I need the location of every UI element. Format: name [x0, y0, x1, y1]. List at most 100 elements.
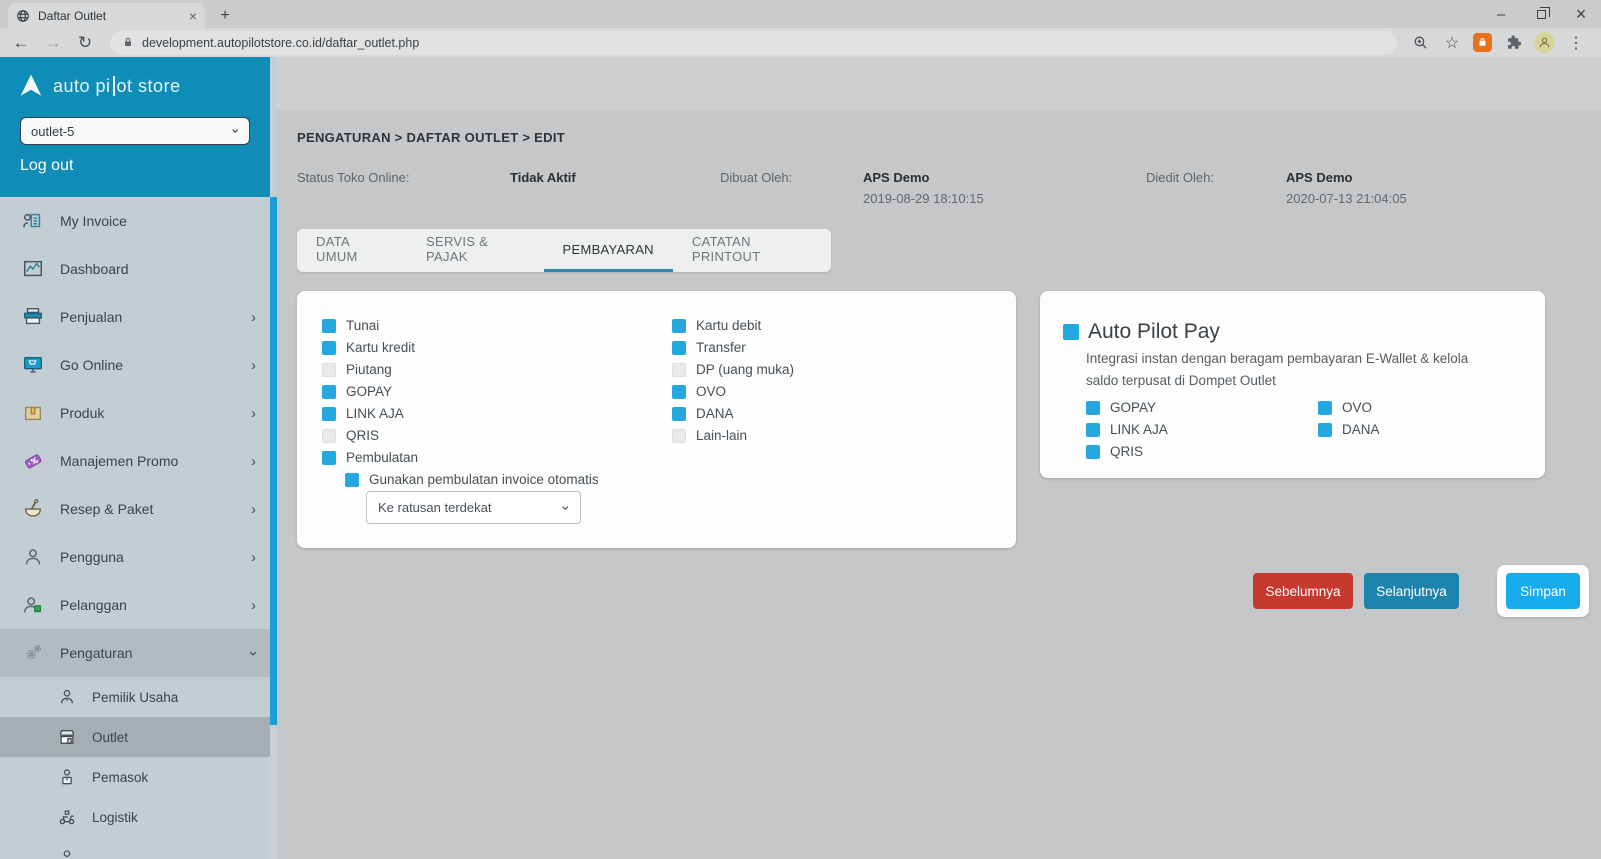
shop-extension-icon[interactable]: [1473, 33, 1492, 52]
cash-register-icon: [20, 305, 46, 329]
checkbox-row-qris[interactable]: QRIS: [322, 428, 418, 443]
checkbox[interactable]: [1318, 401, 1332, 415]
url-bar[interactable]: development.autopilotstore.co.id/daftar_…: [110, 31, 1397, 55]
sidebar-item-manajemen-promo[interactable]: Manajemen Promo ›: [0, 437, 270, 485]
sidebar-item-label: Pengguna: [60, 549, 237, 565]
chevron-right-icon: ›: [251, 358, 256, 373]
checkbox[interactable]: [322, 363, 336, 377]
forward-button[interactable]: →: [40, 30, 66, 56]
sidebar-item-produk[interactable]: Produk ›: [0, 389, 270, 437]
checkbox-row-app-dana[interactable]: DANA: [1318, 422, 1380, 437]
checkbox-row-transfer[interactable]: Transfer: [672, 340, 794, 355]
extensions-puzzle-icon[interactable]: [1502, 32, 1524, 54]
bookmark-star-icon[interactable]: ☆: [1441, 32, 1463, 54]
checkbox-row-app-gopay[interactable]: GOPAY: [1086, 400, 1168, 415]
checkbox-row-piutang[interactable]: Piutang: [322, 362, 418, 377]
menu-dots-icon[interactable]: ⋮: [1565, 32, 1587, 54]
sidebar-item-go-online[interactable]: Go Online ›: [0, 341, 270, 389]
tab-pembayaran[interactable]: PEMBAYARAN: [544, 229, 673, 272]
rounding-select-value: Ke ratusan terdekat: [378, 500, 491, 515]
checkbox[interactable]: [322, 341, 336, 355]
checkbox-row-link-aja[interactable]: LINK AJA: [322, 406, 418, 421]
checkbox[interactable]: [322, 451, 336, 465]
checkbox[interactable]: [322, 319, 336, 333]
checkbox[interactable]: [672, 429, 686, 443]
save-button[interactable]: Simpan: [1506, 573, 1580, 609]
checkbox[interactable]: [672, 341, 686, 355]
tab-close-icon[interactable]: ×: [189, 9, 197, 23]
toolbar-icons: ☆ ⋮: [1409, 32, 1593, 54]
sidebar-subitem-pemasok[interactable]: Pemasok: [0, 757, 270, 797]
new-tab-button[interactable]: +: [213, 5, 237, 27]
logout-link[interactable]: Log out: [20, 157, 73, 175]
rounding-select[interactable]: Ke ratusan terdekat ›: [366, 491, 581, 524]
checkbox[interactable]: [672, 363, 686, 377]
url-text: development.autopilotstore.co.id/daftar_…: [142, 36, 419, 50]
checkbox-row-gopay[interactable]: GOPAY: [322, 384, 418, 399]
sidebar-subitem-pemilik-usaha[interactable]: Pemilik Usaha: [0, 677, 270, 717]
back-button[interactable]: ←: [8, 30, 34, 56]
checkbox[interactable]: [322, 407, 336, 421]
checkbox[interactable]: [322, 429, 336, 443]
checkbox[interactable]: [345, 473, 359, 487]
browser-tab[interactable]: Daftar Outlet ×: [8, 3, 205, 28]
checkbox[interactable]: [1086, 423, 1100, 437]
minimize-button[interactable]: –: [1481, 0, 1521, 28]
save-button-focus-ring: Simpan: [1497, 565, 1589, 617]
chevron-right-icon: ›: [251, 406, 256, 421]
checkbox[interactable]: [1086, 401, 1100, 415]
checkbox-row-pembulatan[interactable]: Pembulatan: [322, 450, 418, 465]
outlet-select-value: outlet-5: [31, 124, 74, 139]
chevron-down-icon: ›: [229, 129, 245, 134]
storefront-icon: [56, 727, 78, 747]
checkbox-row-app-link-aja[interactable]: LINK AJA: [1086, 422, 1168, 437]
sidebar-item-pengaturan[interactable]: Pengaturan ›: [0, 629, 270, 677]
sidebar-item-pelanggan[interactable]: Pelanggan ›: [0, 581, 270, 629]
chevron-right-icon: ›: [251, 310, 256, 325]
sidebar-item-resep-paket[interactable]: Resep & Paket ›: [0, 485, 270, 533]
checkbox-row-kartu-debit[interactable]: Kartu debit: [672, 318, 794, 333]
checkbox[interactable]: [1063, 324, 1079, 340]
checkbox-row-ovo[interactable]: OVO: [672, 384, 794, 399]
sidebar-subitem-partial[interactable]: [0, 837, 270, 859]
checkbox-row-app-ovo[interactable]: OVO: [1318, 400, 1380, 415]
reload-button[interactable]: ↻: [72, 30, 98, 56]
profile-avatar[interactable]: [1534, 32, 1555, 53]
sidebar-item-my-invoice[interactable]: My Invoice: [0, 197, 270, 245]
tab-data-umum[interactable]: DATA UMUM: [297, 229, 407, 272]
zoom-icon[interactable]: [1409, 32, 1431, 54]
app-pay-column-1: GOPAY LINK AJA QRIS: [1086, 400, 1168, 466]
sidebar-item-dashboard[interactable]: Dashboard: [0, 245, 270, 293]
checkbox-row-dana[interactable]: DANA: [672, 406, 794, 421]
sidebar: auto piot store outlet-5 › Log out My In…: [0, 57, 277, 859]
previous-button[interactable]: Sebelumnya: [1253, 573, 1353, 609]
auto-pilot-pay-header[interactable]: Auto Pilot Pay: [1063, 320, 1220, 344]
close-button[interactable]: ×: [1561, 0, 1601, 28]
checkbox[interactable]: [1086, 445, 1100, 459]
product-box-icon: [20, 401, 46, 425]
edited-at-value: 2020-07-13 21:04:05: [1286, 191, 1407, 206]
outlet-select[interactable]: outlet-5 ›: [20, 117, 250, 145]
checkbox-row-pembulatan-otomatis[interactable]: Gunakan pembulatan invoice otomatis: [345, 472, 599, 487]
checkbox-row-dp-uang-muka[interactable]: DP (uang muka): [672, 362, 794, 377]
checkbox-row-app-qris[interactable]: QRIS: [1086, 444, 1168, 459]
checkbox-row-kartu-kredit[interactable]: Kartu kredit: [322, 340, 418, 355]
checkbox[interactable]: [322, 385, 336, 399]
tab-catatan-printout[interactable]: CATATAN PRINTOUT: [673, 229, 831, 272]
checkbox[interactable]: [672, 407, 686, 421]
sidebar-subitem-outlet[interactable]: Outlet: [0, 717, 270, 757]
sidebar-subitem-logistik[interactable]: Logistik: [0, 797, 270, 837]
sidebar-item-penjualan[interactable]: Penjualan ›: [0, 293, 270, 341]
created-by-value: APS Demo: [863, 170, 929, 185]
promo-tag-icon: [20, 449, 46, 473]
sidebar-scrollbar-thumb[interactable]: [270, 197, 277, 725]
sidebar-item-pengguna[interactable]: Pengguna ›: [0, 533, 270, 581]
checkbox-row-lain-lain[interactable]: Lain-lain: [672, 428, 794, 443]
restore-button[interactable]: [1521, 0, 1561, 28]
checkbox-row-tunai[interactable]: Tunai: [322, 318, 418, 333]
checkbox[interactable]: [1318, 423, 1332, 437]
checkbox[interactable]: [672, 385, 686, 399]
tab-servis-pajak[interactable]: SERVIS & PAJAK: [407, 229, 544, 272]
next-button[interactable]: Selanjutnya: [1364, 573, 1459, 609]
checkbox[interactable]: [672, 319, 686, 333]
